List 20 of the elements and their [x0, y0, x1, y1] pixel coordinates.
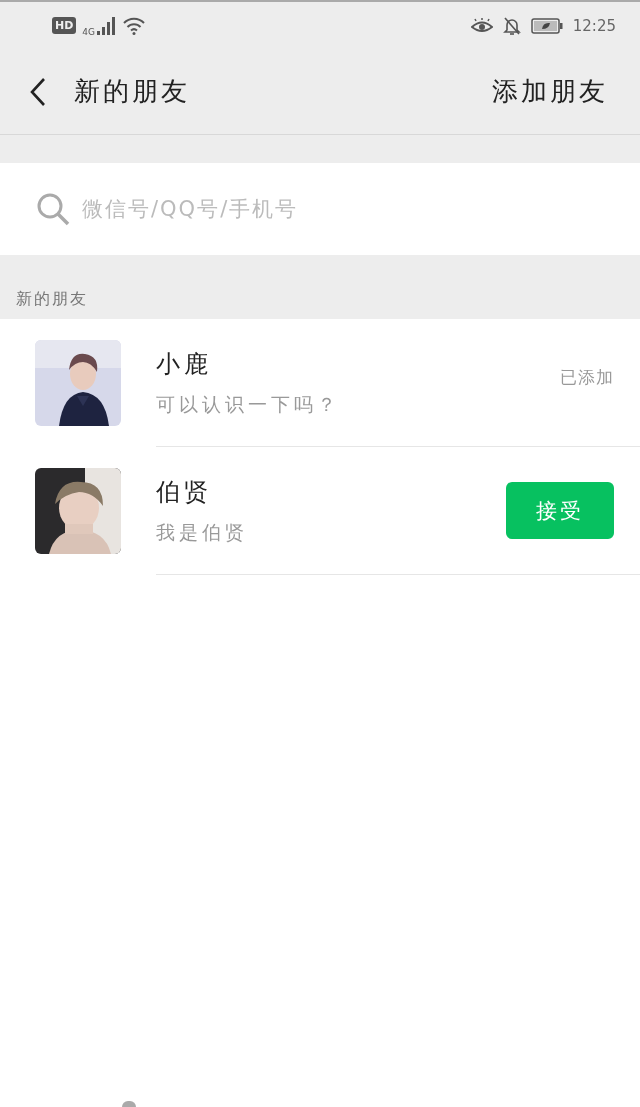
search-field[interactable]: 微信号/QQ号/手机号: [82, 189, 502, 229]
signal-icon: [97, 16, 118, 35]
battery-icon: [530, 17, 563, 34]
request-message: 可以认识一下吗？: [156, 391, 340, 417]
back-icon[interactable]: [28, 76, 48, 107]
bell-off-icon: [502, 16, 521, 35]
contact-name: 伯贤: [156, 476, 213, 508]
contact-name: 小鹿: [156, 348, 213, 380]
wifi-icon: [123, 16, 146, 35]
request-status: 已添加: [560, 366, 614, 389]
search-icon: [36, 192, 70, 226]
section-title: 新的朋友: [16, 288, 88, 310]
hd-badge: HD: [52, 17, 77, 34]
network-type: 4G: [82, 26, 96, 37]
eye-icon: [470, 17, 493, 34]
page-title: 新的朋友: [74, 75, 190, 108]
search-bar[interactable]: 微信号/QQ号/手机号: [0, 163, 640, 255]
clock: 12:25: [572, 16, 616, 35]
request-message: 我是伯贤: [156, 519, 248, 545]
add-friends-link[interactable]: 添加朋友: [492, 74, 608, 109]
